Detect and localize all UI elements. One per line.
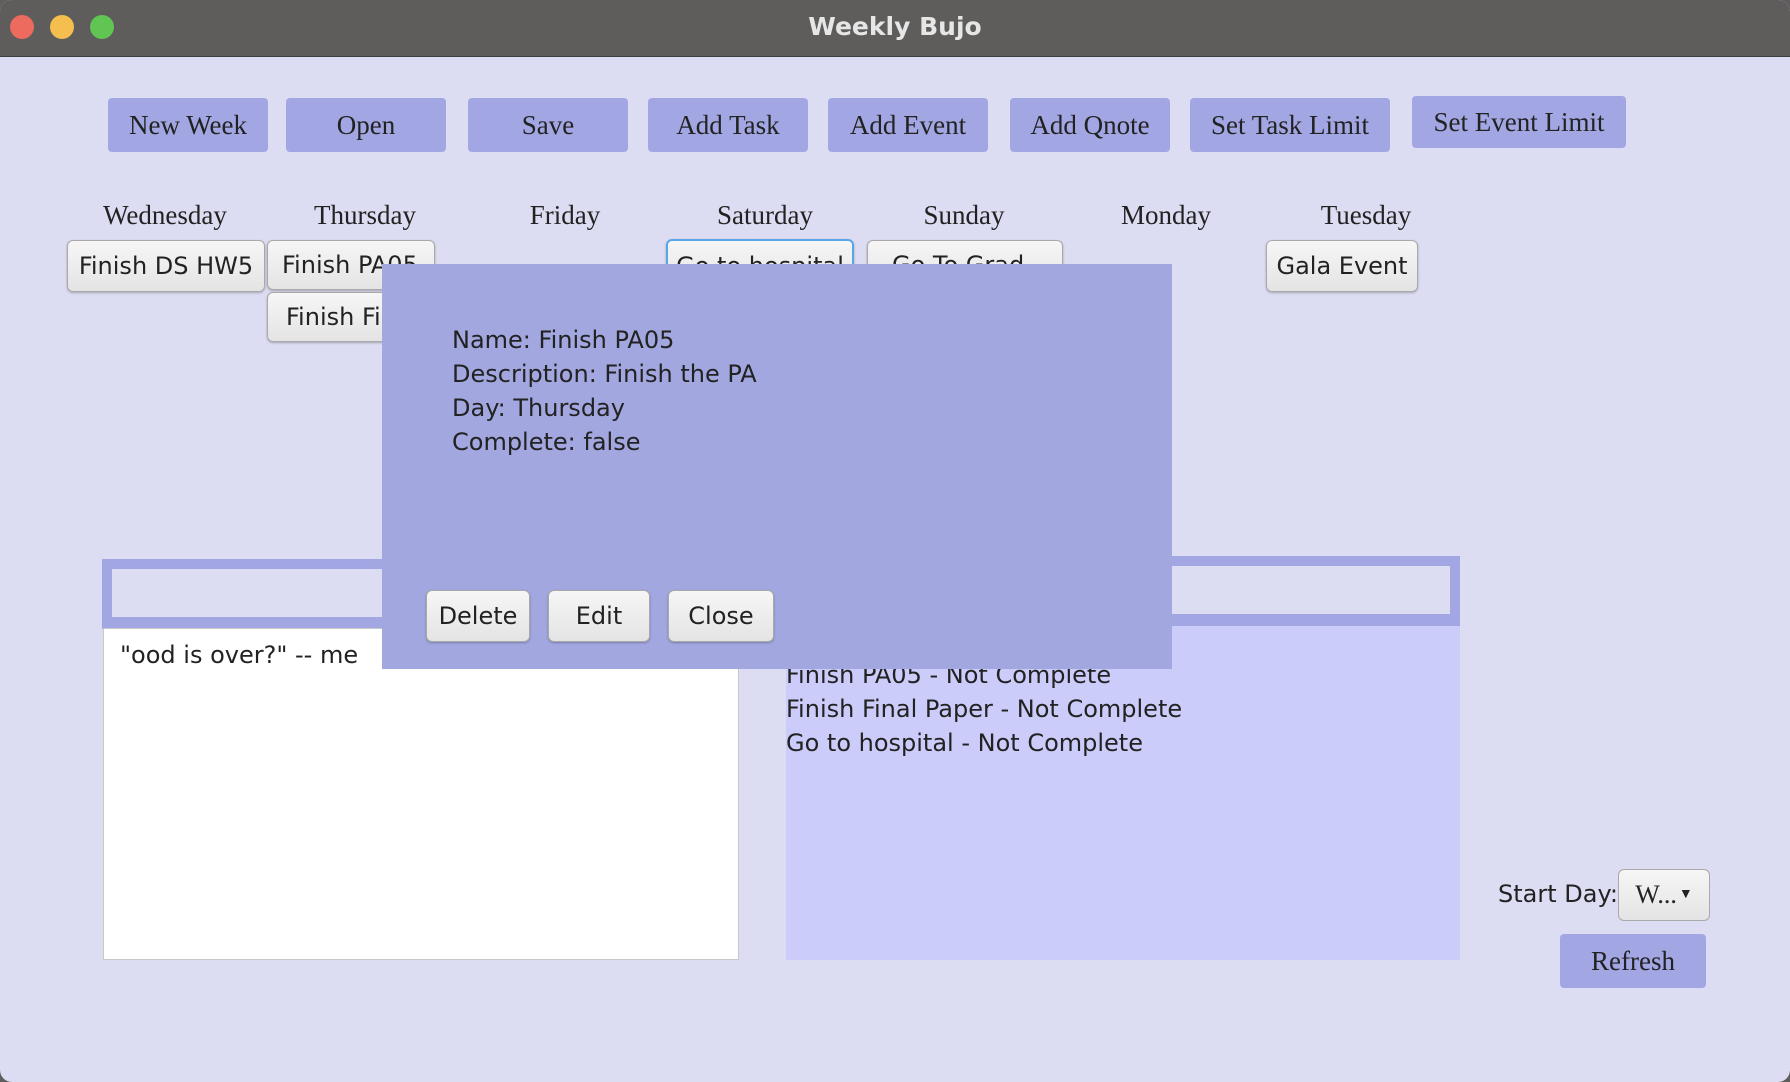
day-header-sunday: Sunday xyxy=(923,200,1005,230)
new-week-button[interactable]: New Week xyxy=(108,98,268,152)
set-event-limit-button[interactable]: Set Event Limit xyxy=(1412,96,1626,148)
edit-button[interactable]: Edit xyxy=(548,590,650,642)
chevron-down-icon: ▼ xyxy=(1678,887,1693,902)
day-header-wednesday: Wednesday xyxy=(103,200,227,230)
start-day-label: Start Day: xyxy=(1498,880,1618,908)
event-item-tuesday[interactable]: Gala Event xyxy=(1266,240,1418,292)
task-queue-list: Finish PA05 - Not Complete Finish Final … xyxy=(786,626,1460,960)
day-header-tuesday: Tuesday xyxy=(1320,200,1412,230)
open-button[interactable]: Open xyxy=(286,98,446,152)
delete-button[interactable]: Delete xyxy=(426,590,530,642)
task-item-wednesday[interactable]: Finish DS HW5 xyxy=(67,240,265,292)
add-event-button[interactable]: Add Event xyxy=(828,98,988,152)
save-button[interactable]: Save xyxy=(468,98,628,152)
window-title: Weekly Bujo xyxy=(808,12,982,41)
start-day-select[interactable]: W... ▼ xyxy=(1618,869,1710,921)
task-detail-modal: Name: Finish PA05 Description: Finish th… xyxy=(382,264,1172,669)
add-task-button[interactable]: Add Task xyxy=(648,98,808,152)
app-window: Weekly Bujo New Week Open Save Add Task … xyxy=(0,0,1790,1082)
start-day-value: W... xyxy=(1635,880,1677,909)
quotes-text-area[interactable]: "ood is over?" -- me xyxy=(103,628,739,960)
add-quote-button[interactable]: Add Qnote xyxy=(1010,98,1170,152)
modal-description: Description: Finish the PA xyxy=(452,360,757,388)
quote-text: "ood is over?" -- me xyxy=(120,641,359,669)
title-bar: Weekly Bujo xyxy=(0,0,1790,57)
refresh-button[interactable]: Refresh xyxy=(1560,934,1706,988)
set-task-limit-button[interactable]: Set Task Limit xyxy=(1190,98,1390,152)
day-header-monday: Monday xyxy=(1121,200,1211,230)
task-queue-item: Finish Final Paper - Not Complete xyxy=(786,695,1183,723)
modal-complete: Complete: false xyxy=(452,428,641,456)
day-header-friday: Friday xyxy=(529,200,601,230)
modal-name: Name: Finish PA05 xyxy=(452,326,675,354)
close-button[interactable]: Close xyxy=(668,590,774,642)
task-queue-item: Go to hospital - Not Complete xyxy=(786,729,1143,757)
day-header-thursday: Thursday xyxy=(314,200,416,230)
day-header-saturday: Saturday xyxy=(717,200,813,230)
modal-day: Day: Thursday xyxy=(452,394,625,422)
